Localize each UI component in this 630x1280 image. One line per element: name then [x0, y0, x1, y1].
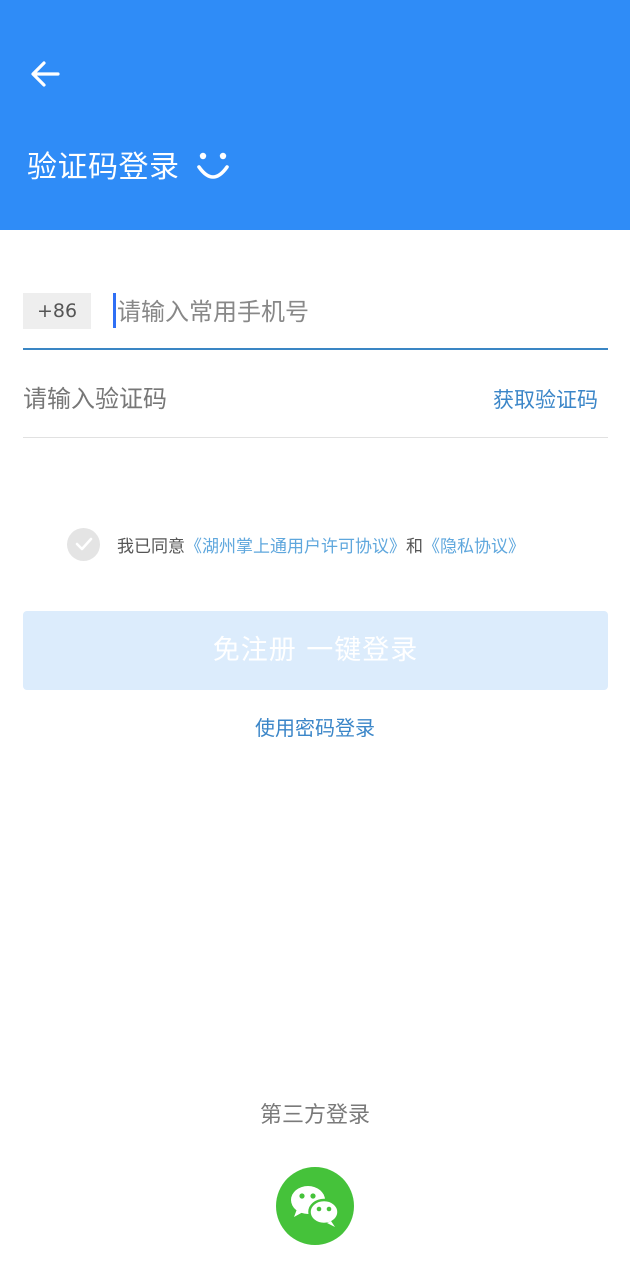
page-title: 验证码登录: [27, 150, 180, 185]
title-row: 验证码登录: [27, 146, 230, 190]
phone-input[interactable]: [113, 290, 597, 334]
country-code-selector[interactable]: +86: [23, 293, 91, 329]
smile-icon: [196, 152, 229, 179]
check-icon: [75, 537, 92, 551]
verify-code-input[interactable]: [23, 377, 423, 421]
wechat-icon: [291, 1186, 340, 1227]
text-cursor: [113, 293, 116, 328]
third-party-login-label: 第三方登录: [259, 1103, 370, 1128]
back-button[interactable]: [22, 52, 70, 96]
wechat-login-button[interactable]: [276, 1167, 354, 1245]
password-login-link[interactable]: 使用密码登录: [255, 716, 375, 740]
privacy-policy-link[interactable]: 《隐私协议》: [423, 532, 525, 557]
verify-code-row: 获取验证码: [23, 363, 608, 438]
agreement-prefix: 我已同意: [117, 536, 185, 557]
get-code-button[interactable]: 获取验证码: [493, 385, 598, 415]
agreement-row: 我已同意 《湖州掌上通用户许可协议》 和 《隐私协议》: [67, 527, 525, 561]
phone-row: +86: [23, 276, 608, 350]
back-arrow-icon: [31, 61, 60, 87]
agreement-checkbox[interactable]: [67, 527, 100, 561]
agreement-conjunction: 和: [406, 536, 423, 557]
header: 验证码登录: [0, 0, 630, 230]
user-agreement-link[interactable]: 《湖州掌上通用户许可协议》: [185, 532, 406, 557]
one-click-login-button[interactable]: 免注册 一键登录: [23, 611, 608, 690]
password-login-row: 使用密码登录: [0, 713, 630, 743]
login-page: 验证码登录 +86 获取验证码 我已同意 《湖州掌上通用户许可协议》 和 《隐私…: [0, 0, 630, 1280]
